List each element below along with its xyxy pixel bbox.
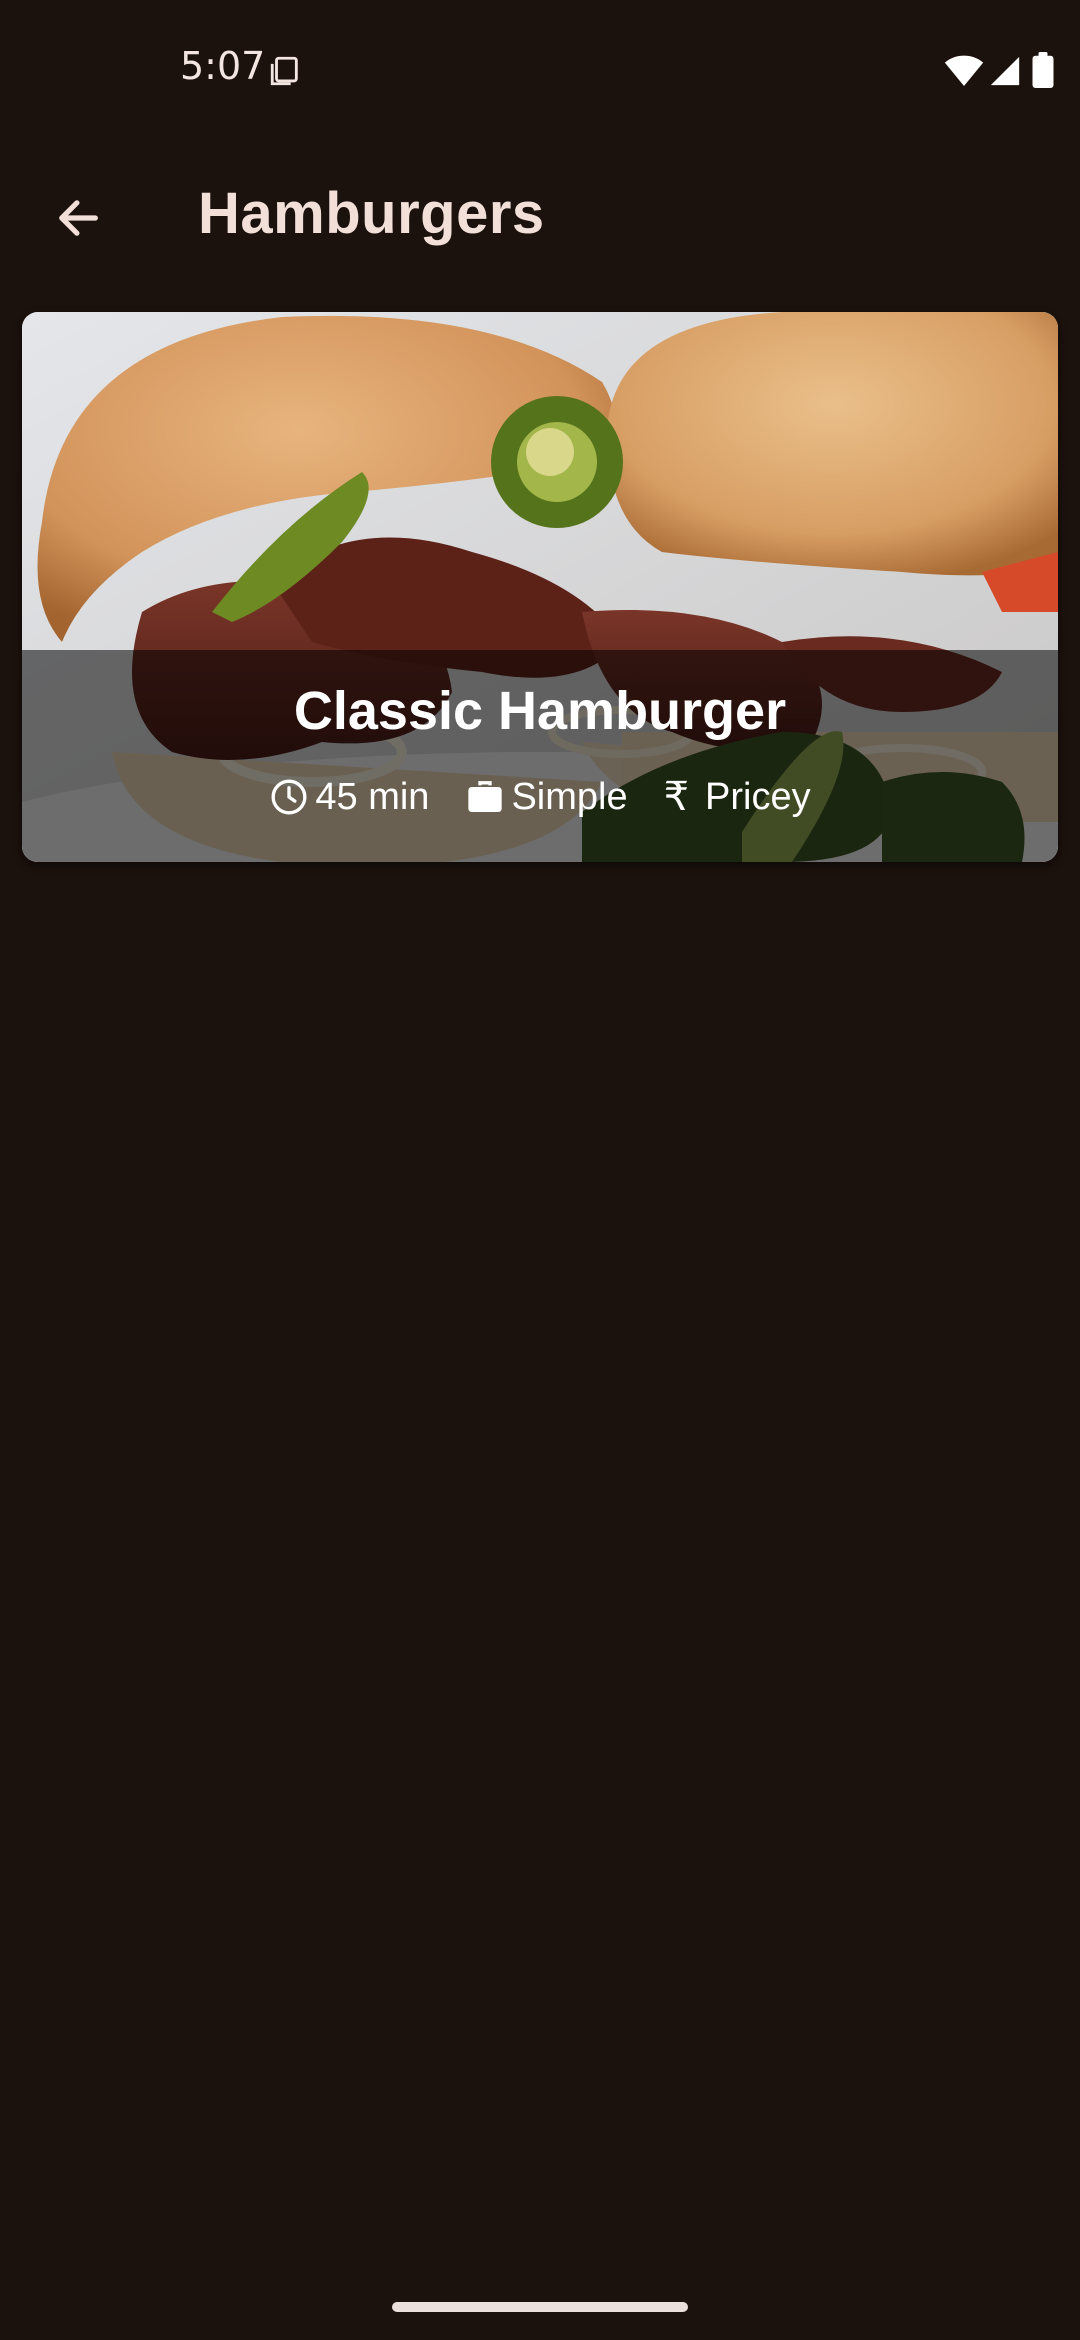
meal-meta: 45 min Simple ₹ Pricey bbox=[22, 774, 1058, 820]
signal-icon bbox=[990, 56, 1020, 86]
back-button[interactable] bbox=[38, 178, 118, 258]
screenshot-icon bbox=[270, 56, 298, 86]
clock-icon bbox=[271, 779, 307, 815]
meal-title: Classic Hamburger bbox=[293, 681, 787, 741]
status-time: 5:07 bbox=[180, 44, 266, 88]
meal-card[interactable]: Classic Hamburger 45 min Simple ₹ Pricey bbox=[22, 312, 1058, 862]
meta-duration: 45 min bbox=[269, 776, 429, 819]
duration-label: 45 min bbox=[315, 775, 430, 818]
page-title: Hamburgers bbox=[198, 181, 545, 246]
battery-icon bbox=[1032, 52, 1054, 88]
complexity-label: Simple bbox=[511, 775, 628, 818]
screen: 5:07 Hamburgers Classic Hamburger 45 min… bbox=[0, 0, 1080, 2340]
arrow-back-icon bbox=[59, 200, 98, 236]
status-icons bbox=[880, 50, 1080, 90]
status-bar: 5:07 bbox=[0, 0, 1080, 140]
app-bar: Hamburgers bbox=[0, 150, 1080, 280]
rupee-icon: ₹ bbox=[663, 774, 690, 820]
wifi-icon bbox=[944, 55, 984, 86]
meta-complexity: Simple bbox=[465, 775, 628, 819]
gesture-nav-handle[interactable] bbox=[392, 2302, 688, 2312]
affordability-label: Pricey bbox=[705, 775, 811, 818]
meta-affordability: ₹ Pricey bbox=[664, 774, 811, 820]
work-bag-icon bbox=[468, 781, 503, 812]
